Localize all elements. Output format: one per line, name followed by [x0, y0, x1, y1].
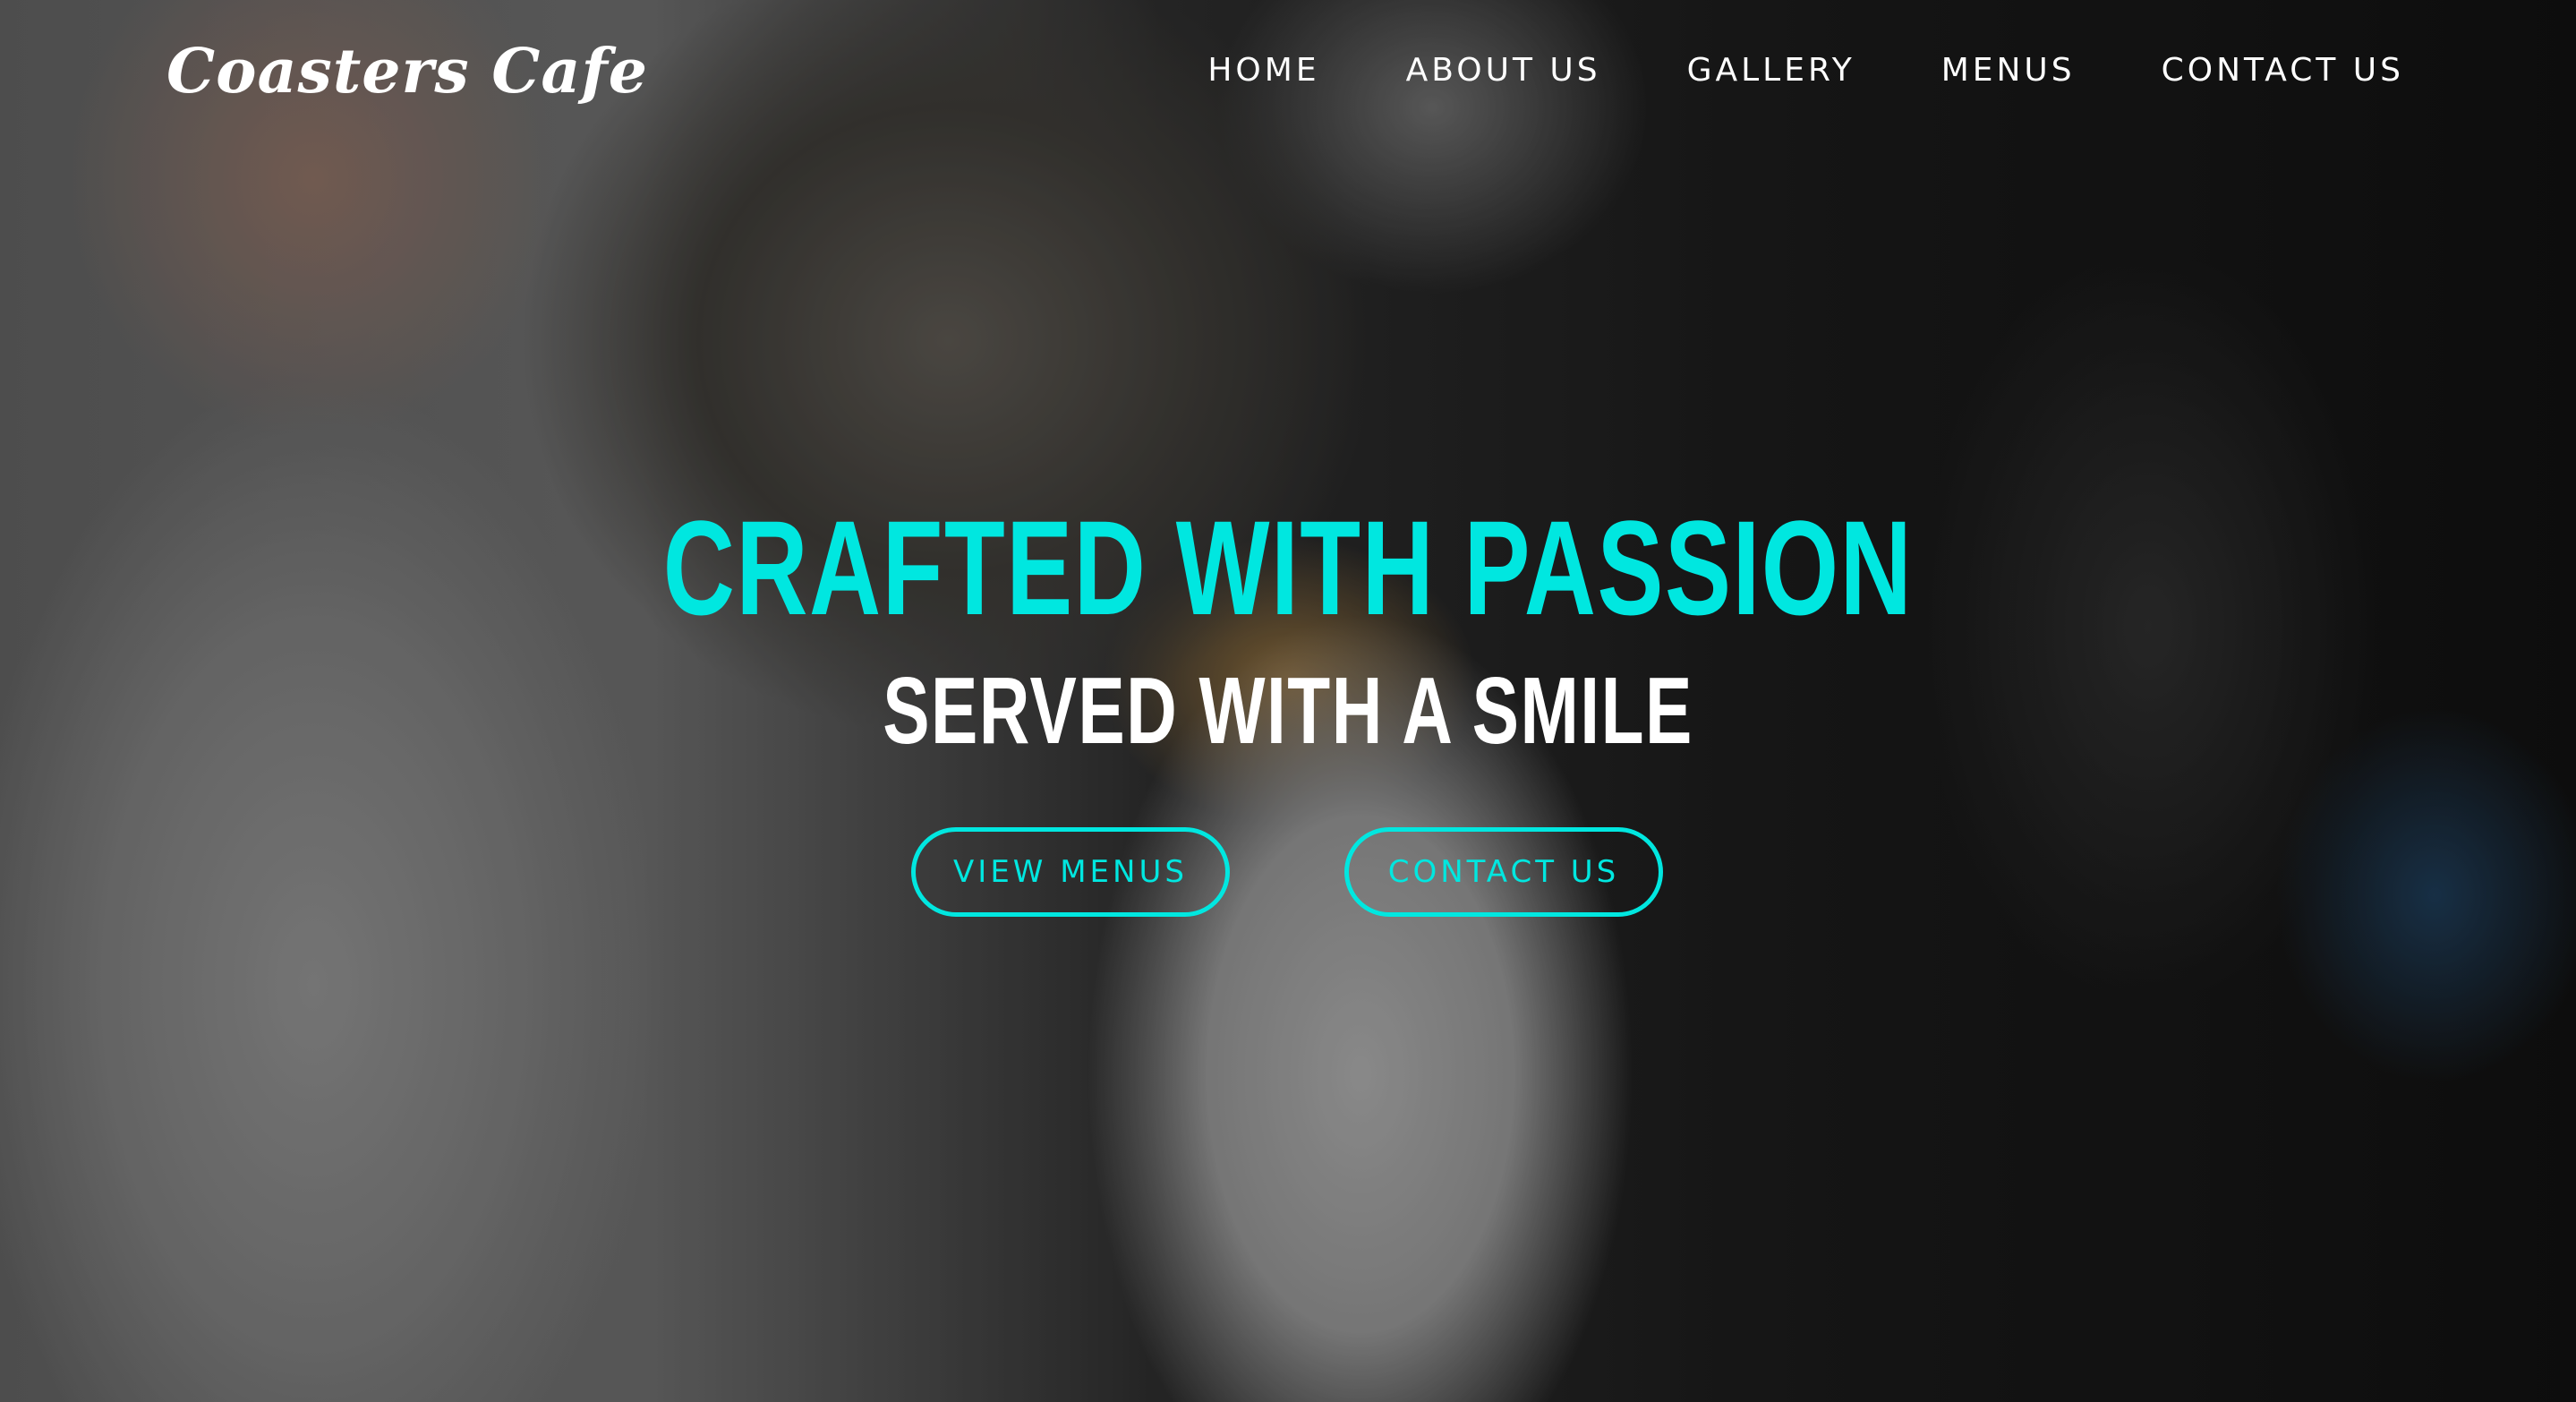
nav-item-about-us[interactable]: ABOUT US	[1406, 52, 1601, 89]
hero-headline: CRAFTED WITH PASSION	[662, 492, 1914, 643]
nav-item-menus[interactable]: MENUS	[1941, 52, 2076, 89]
contact-us-button[interactable]: CONTACT US	[1344, 827, 1663, 917]
hero-subheadline: SERVED WITH A SMILE	[883, 658, 1693, 764]
main-navigation: HOME ABOUT US GALLERY MENUS CONTACT US	[1207, 52, 2404, 89]
hero-section: Coasters Cafe HOME ABOUT US GALLERY MENU…	[0, 0, 2576, 1402]
nav-item-home[interactable]: HOME	[1207, 52, 1319, 89]
site-logo[interactable]: Coasters Cafe	[166, 36, 648, 107]
nav-item-gallery[interactable]: GALLERY	[1687, 52, 1855, 89]
nav-item-contact-us[interactable]: CONTACT US	[2162, 52, 2404, 89]
view-menus-button[interactable]: VIEW MENUS	[911, 827, 1230, 917]
